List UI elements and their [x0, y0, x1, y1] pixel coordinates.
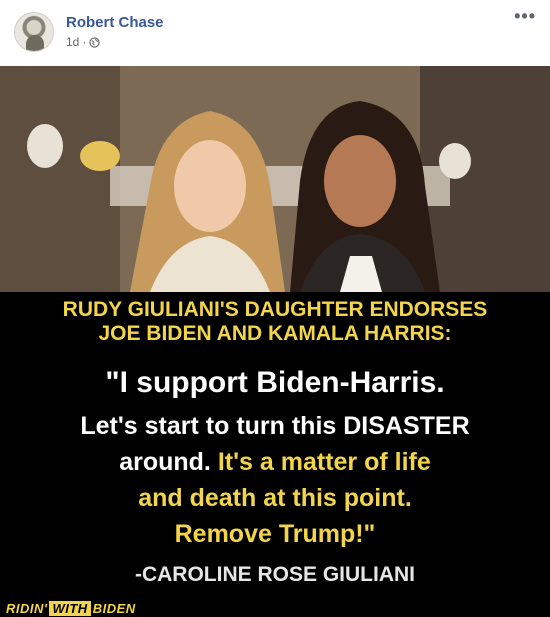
- author-avatar[interactable]: [14, 12, 54, 52]
- watermark: RIDIN' WITH BIDEN: [6, 601, 136, 616]
- meme-photo: [0, 66, 550, 292]
- watermark-pre: RIDIN': [6, 601, 48, 616]
- meme-image[interactable]: RUDY GIULIANI'S DAUGHTER ENDORSES JOE BI…: [0, 66, 550, 617]
- watermark-box: WITH: [49, 601, 91, 616]
- author-name[interactable]: Robert Chase: [66, 14, 164, 31]
- headline-line: RUDY GIULIANI'S DAUGHTER ENDORSES: [62, 298, 488, 321]
- post-meta: 1d ·: [66, 35, 101, 49]
- more-options-icon[interactable]: •••: [514, 6, 536, 27]
- watermark-post: BIDEN: [92, 601, 136, 616]
- quote-line-5: Remove Trump!": [174, 520, 376, 548]
- quote-line-4: and death at this point.: [138, 484, 412, 512]
- quote-line-3: around. It's a matter of life: [0, 444, 550, 480]
- photo-illustration: [0, 66, 550, 292]
- headline: RUDY GIULIANI'S DAUGHTER ENDORSES JOE BI…: [0, 298, 550, 346]
- quote-attribution: -CAROLINE ROSE GIULIANI: [134, 563, 415, 586]
- quote-body: Let's start to turn this DISASTER around…: [0, 408, 550, 552]
- globe-icon[interactable]: [89, 36, 101, 48]
- quote-line-1: "I support Biden-Harris.: [105, 366, 445, 399]
- quote-line-2: Let's start to turn this DISASTER: [80, 412, 470, 440]
- post-timestamp[interactable]: 1d: [66, 35, 79, 49]
- post-header: Robert Chase 1d · •••: [0, 0, 550, 66]
- meta-separator: ·: [82, 35, 87, 49]
- quote-line-3-yellow: It's a matter of life: [217, 448, 431, 476]
- headline-line: JOE BIDEN AND KAMALA HARRIS:: [98, 322, 452, 345]
- quote-line-3-white: around.: [119, 448, 211, 476]
